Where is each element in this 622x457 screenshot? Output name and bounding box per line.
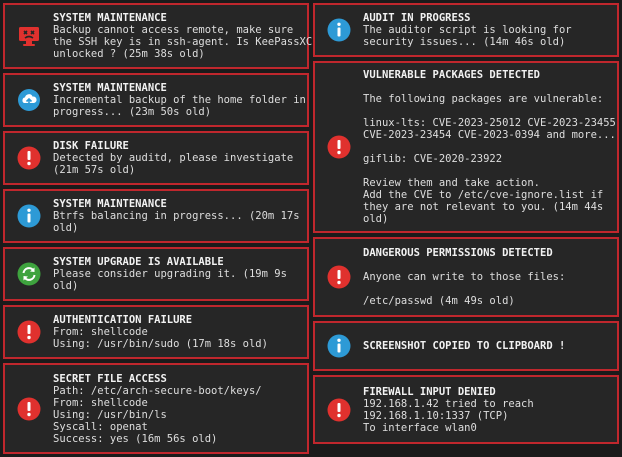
icon-slot <box>315 265 363 289</box>
icon-slot <box>5 146 53 170</box>
notification-secret-file-access[interactable]: SECRET FILE ACCESS Path: /etc/arch-secur… <box>3 363 309 454</box>
notification-body-line: From: shellcode <box>53 396 148 409</box>
notification-body-line: Using: /usr/bin/ls <box>53 408 167 421</box>
notification-vulnerable-packages[interactable]: VULNERABLE PACKAGES DETECTED The followi… <box>313 61 619 233</box>
notification-body-line: Success: yes (16m 56s old) <box>53 432 218 445</box>
notification-body-line: old) <box>363 213 389 225</box>
notification-title: SCREENSHOT COPIED TO CLIPBOARD ! <box>363 340 566 352</box>
notification-body-line: they are not relevant to you. (14m 44s <box>363 201 604 213</box>
notification-body-line: 192.168.1.42 tried to reach <box>363 397 534 410</box>
info-icon <box>327 334 351 358</box>
notification-body-line: /etc/passwd (4m 49s old) <box>363 295 515 307</box>
notification-system-maintenance-backup[interactable]: SYSTEM MAINTENANCE Backup cannot access … <box>3 3 313 69</box>
exclamation-icon <box>327 135 351 159</box>
notification-disk-failure[interactable]: DISK FAILURE Detected by auditd, please … <box>3 131 309 185</box>
notification-system-maintenance-incremental[interactable]: SYSTEM MAINTENANCE Incremental backup of… <box>3 73 309 127</box>
notification-body-line <box>363 141 616 153</box>
notification-body-line: The following packages are vulnerable: <box>363 93 604 105</box>
notification-audit-in-progress[interactable]: AUDIT IN PROGRESS The auditor script is … <box>313 3 619 57</box>
notification-body-line: Using: /usr/bin/sudo (17m 18s old) <box>53 338 268 350</box>
icon-slot <box>5 397 53 421</box>
notification-body-line: Path: /etc/arch-secure-boot/keys/ <box>53 384 262 397</box>
notification-title: SYSTEM MAINTENANCE <box>53 12 167 24</box>
notification-body-line <box>363 259 611 271</box>
notification-body-line: giflib: CVE-2020-23922 <box>363 153 503 165</box>
notification-firewall-input-denied[interactable]: FIREWALL INPUT DENIED 192.168.1.42 tried… <box>313 375 619 444</box>
notification-title: SYSTEM MAINTENANCE <box>53 198 167 210</box>
notification-body-line <box>363 81 616 93</box>
notification-body-line: Review them and take action. <box>363 177 541 189</box>
cloud-upload-icon <box>18 89 40 111</box>
refresh-icon <box>17 262 41 286</box>
notification-title: SYSTEM MAINTENANCE <box>53 82 167 94</box>
exclamation-icon <box>17 397 41 420</box>
notification-body-line: progress... (23m 50s old) <box>53 106 212 118</box>
notification-body-line: To interface wlan0 <box>363 421 477 434</box>
icon-slot <box>315 18 363 42</box>
notification-body-line <box>363 105 616 117</box>
icon-slot <box>5 320 53 344</box>
notification-body-line: old) <box>53 222 79 234</box>
icon-slot <box>315 398 363 422</box>
notification-body-line: CVE-2023-23454 CVE-2023-0394 and more... <box>363 129 616 141</box>
notification-title: SYSTEM UPGRADE IS AVAILABLE <box>53 256 224 268</box>
notification-body-line: the SSH key is in ssh-agent. Is KeePassX… <box>53 36 313 48</box>
notification-body-line: Anyone can write to those files: <box>363 271 566 283</box>
notification-body-line: Please consider upgrading it. (19m 9s <box>53 268 287 280</box>
notification-body-line: Btrfs balancing in progress... (20m 17s <box>53 210 300 222</box>
notification-body-line: Incremental backup of the home folder in <box>53 94 306 106</box>
notification-body-line: Detected by auditd, please investigate <box>53 152 294 164</box>
exclamation-icon <box>17 146 41 170</box>
icon-slot <box>5 25 53 47</box>
notification-body-line <box>363 165 616 177</box>
notification-title: DISK FAILURE <box>53 140 129 152</box>
notification-title: VULNERABLE PACKAGES DETECTED <box>363 69 541 81</box>
notification-dangerous-permissions[interactable]: DANGEROUS PERMISSIONS DETECTED Anyone ca… <box>313 237 619 317</box>
icon-slot <box>5 262 53 286</box>
notification-body-line: linux-lts: CVE-2023-25012 CVE-2023-23455 <box>363 117 616 129</box>
icon-slot <box>315 135 363 159</box>
info-icon <box>327 18 351 42</box>
info-icon <box>17 204 41 228</box>
icon-slot <box>315 334 363 358</box>
notification-body-line: (21m 57s old) <box>53 164 136 176</box>
exclamation-icon <box>327 265 351 289</box>
notification-title: SECRET FILE ACCESS <box>53 372 167 385</box>
notification-body-line: old) <box>53 280 79 292</box>
notification-body-line <box>363 283 611 295</box>
notification-body-line: Add the CVE to /etc/cve-ignore.list if <box>363 189 604 201</box>
notification-title: FIREWALL INPUT DENIED <box>363 385 496 398</box>
icon-slot <box>5 88 53 112</box>
exclamation-icon <box>327 398 351 421</box>
notification-body-line: security issues... (14m 46s old) <box>363 36 566 48</box>
notification-body-line: Backup cannot access remote, make sure <box>53 24 294 36</box>
notification-authentication-failure[interactable]: AUTHENTICATION FAILURE From: shellcode U… <box>3 305 309 359</box>
notification-body-line: From: shellcode <box>53 326 148 338</box>
notification-system-upgrade[interactable]: SYSTEM UPGRADE IS AVAILABLE Please consi… <box>3 247 309 301</box>
notification-title: AUDIT IN PROGRESS <box>363 12 471 24</box>
notification-screenshot-copied[interactable]: SCREENSHOT COPIED TO CLIPBOARD ! <box>313 321 619 371</box>
exclamation-icon <box>17 320 41 344</box>
notification-system-maintenance-btrfs[interactable]: SYSTEM MAINTENANCE Btrfs balancing in pr… <box>3 189 309 243</box>
notification-title: AUTHENTICATION FAILURE <box>53 314 193 326</box>
notification-body-line: 192.168.1.10:1337 (TCP) <box>363 409 509 422</box>
notification-body-line: Syscall: openat <box>53 420 148 433</box>
icon-slot <box>5 204 53 228</box>
broken-screen-icon <box>19 27 39 46</box>
notification-body-line: unlocked ? (25m 38s old) <box>53 48 205 60</box>
notification-title: DANGEROUS PERMISSIONS DETECTED <box>363 247 553 259</box>
notification-body-line: The auditor script is looking for <box>363 24 572 36</box>
